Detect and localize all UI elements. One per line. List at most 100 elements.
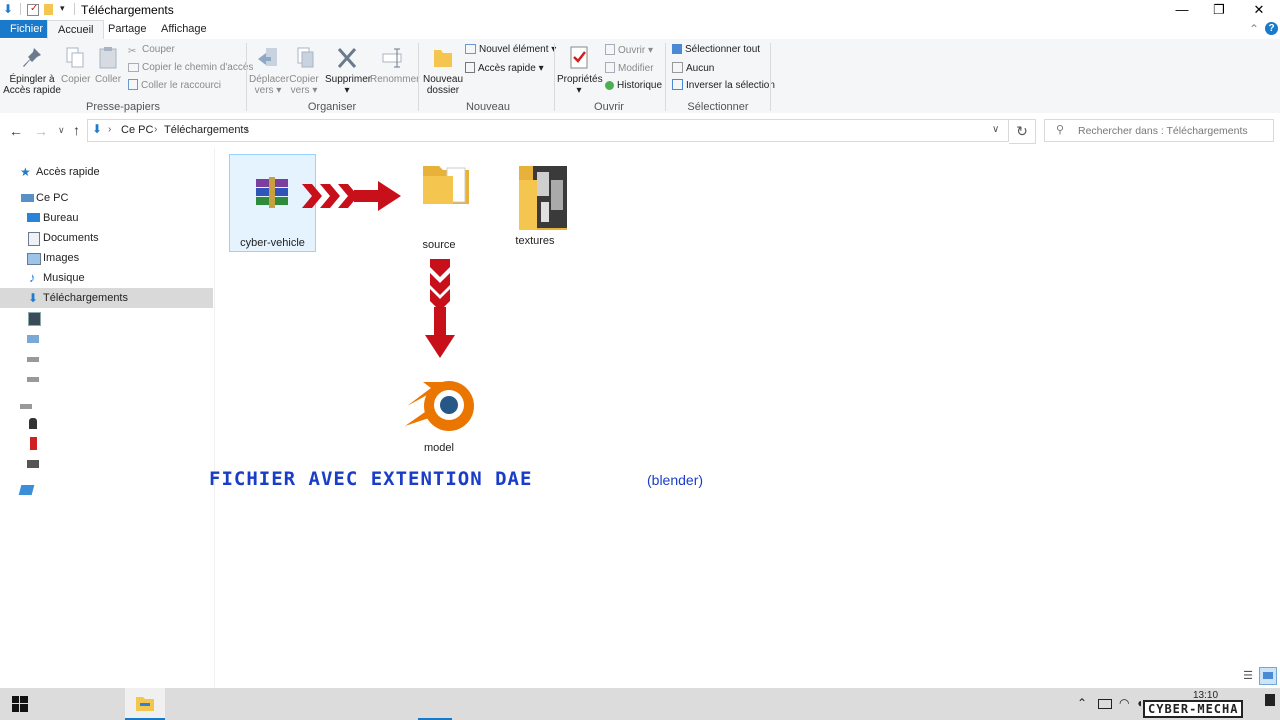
collapse-ribbon-icon[interactable]: ⌃	[1249, 22, 1259, 36]
large-icons-view-icon[interactable]	[1259, 667, 1277, 685]
rename-button[interactable]: Renommer	[370, 45, 419, 85]
removable-drive-icon[interactable]	[27, 460, 39, 468]
details-view-icon[interactable]: ☰	[1240, 668, 1256, 684]
open-button[interactable]: Ouvrir ▾	[605, 44, 653, 57]
invert-selection-button[interactable]: Inverser la sélection	[672, 79, 775, 92]
close-button[interactable]: ✕	[1239, 0, 1279, 20]
help-icon[interactable]: ?	[1265, 22, 1278, 35]
invert-selection-label: Inverser la sélection	[686, 80, 775, 91]
red-arrow-right-icon	[302, 181, 401, 211]
wifi-icon[interactable]: ◠	[1119, 696, 1129, 710]
tab-fichier[interactable]: Fichier	[0, 20, 54, 38]
breadcrumb-telechargements[interactable]: Téléchargements	[164, 124, 249, 136]
divider	[74, 3, 75, 15]
show-hidden-icons-chevron-icon[interactable]: ⌃	[1077, 696, 1087, 710]
pin-quick-access-button[interactable]: Épingler à Accès rapide	[3, 45, 61, 96]
chevron-right-icon[interactable]: ›	[154, 124, 157, 135]
search-input[interactable]: Rechercher dans : Téléchargements	[1078, 125, 1248, 137]
recent-locations-chevron-icon[interactable]: ∨	[58, 125, 65, 136]
copy-button[interactable]: Copier	[61, 45, 91, 85]
notifications-icon[interactable]	[1265, 694, 1275, 706]
download-icon: ⬇	[28, 291, 39, 305]
drive-icon[interactable]	[27, 377, 39, 382]
paste-button[interactable]: Coller	[94, 45, 122, 85]
move-to-button[interactable]: Déplacer vers ▾	[249, 45, 289, 96]
file-item-source[interactable]: source	[396, 160, 482, 251]
drive-icon[interactable]	[27, 357, 39, 362]
tab-accueil[interactable]: Accueil	[47, 20, 105, 40]
drive-icon[interactable]	[20, 404, 32, 409]
network-icon[interactable]	[18, 485, 35, 495]
tab-partage[interactable]: Partage	[98, 20, 157, 38]
select-all-icon	[672, 44, 682, 54]
chevron-right-icon[interactable]: ›	[108, 124, 111, 135]
red-arrow-down-icon	[425, 259, 455, 358]
rename-icon	[381, 45, 405, 71]
history-button[interactable]: Historique	[605, 80, 662, 92]
new-folder-button[interactable]: Nouveau dossier	[423, 45, 463, 96]
paste-shortcut-label: Coller le raccourci	[141, 80, 222, 91]
group-label-new: Nouveau	[465, 101, 511, 113]
sidebar-item-telechargements[interactable]: ⬇ Téléchargements	[0, 288, 213, 308]
copy-to-button[interactable]: Copier vers ▾	[287, 45, 321, 96]
copy-label: Copier	[61, 74, 91, 85]
sidebar-item-label: Musique	[43, 272, 85, 284]
window-title: Téléchargements	[81, 3, 174, 17]
history-icon	[605, 81, 614, 90]
file-name: cyber-vehicle	[240, 237, 305, 249]
customize-toolbar-chevron-icon[interactable]: ▾	[60, 3, 65, 14]
caption-main-text: FICHIER AVEC EXTENTION DAE	[209, 468, 533, 490]
copy-to-icon	[292, 45, 316, 71]
cut-button[interactable]: ✂ Couper	[128, 44, 175, 57]
easy-access-button[interactable]: Accès rapide ▾	[465, 62, 544, 75]
copy-path-button[interactable]: Copier le chemin d'accès	[128, 62, 253, 74]
file-name: textures	[515, 235, 555, 247]
address-dropdown-icon[interactable]: ∨	[992, 124, 999, 135]
minimize-button[interactable]: —	[1162, 0, 1202, 20]
edit-button[interactable]: Modifier	[605, 62, 654, 75]
edit-label: Modifier	[618, 63, 654, 74]
breadcrumb-ce-pc[interactable]: Ce PC	[121, 124, 153, 136]
back-arrow-icon[interactable]: ←	[9, 123, 23, 139]
refresh-icon[interactable]: ↻	[1009, 119, 1036, 144]
chevron-right-icon[interactable]: ›	[245, 124, 248, 135]
address-bar[interactable]: ⬇ › Ce PC › Téléchargements › ∨	[87, 119, 1009, 142]
properties-quick-icon[interactable]: ✓	[27, 3, 39, 16]
delete-button[interactable]: Supprimer ▾	[325, 45, 371, 96]
tab-affichage[interactable]: Affichage	[151, 20, 217, 38]
restore-button[interactable]: ❐	[1199, 0, 1239, 20]
new-item-button[interactable]: Nouvel élément ▾	[465, 44, 556, 56]
local-disk-icon[interactable]	[27, 335, 39, 343]
paste-label: Coller	[94, 74, 122, 85]
copy-path-label: Copier le chemin d'accès	[142, 62, 254, 73]
easy-access-icon	[465, 62, 475, 73]
file-explorer-taskbar-button[interactable]	[125, 688, 165, 720]
sidebar-item-bureau[interactable]: Bureau	[0, 208, 213, 228]
sidebar-item-acces-rapide[interactable]: ★ Accès rapide	[0, 162, 213, 182]
file-item-model[interactable]: model	[396, 368, 482, 454]
battery-icon[interactable]	[1098, 699, 1112, 709]
file-name: source	[422, 239, 456, 251]
caption-sub-text: (blender)	[647, 472, 704, 488]
usb-drive-red-icon[interactable]	[30, 437, 37, 450]
easy-access-label: Accès rapide	[478, 63, 536, 74]
windows-start-icon[interactable]	[12, 696, 28, 712]
sidebar-item-label: Ce PC	[36, 192, 69, 204]
sidebar-item-musique[interactable]: ♪ Musique	[0, 268, 213, 288]
videos-icon[interactable]	[28, 312, 41, 326]
file-name: model	[424, 442, 454, 454]
usb-drive-icon[interactable]	[29, 418, 37, 429]
select-all-button[interactable]: Sélectionner tout	[672, 44, 760, 56]
properties-button[interactable]: Propriétés ▾	[557, 45, 603, 96]
select-none-button[interactable]: Aucun	[672, 62, 714, 75]
up-arrow-icon[interactable]: ↑	[73, 122, 80, 138]
sidebar-item-documents[interactable]: Documents	[0, 228, 213, 248]
file-explorer-icon	[136, 697, 154, 711]
search-box[interactable]: ⚲ Rechercher dans : Téléchargements	[1044, 119, 1274, 142]
paste-shortcut-button[interactable]: Coller le raccourci	[128, 79, 221, 92]
sidebar-item-images[interactable]: Images	[0, 248, 213, 268]
new-folder-quick-icon[interactable]	[44, 4, 53, 15]
forward-arrow-icon[interactable]: →	[34, 123, 48, 139]
file-item-textures[interactable]: textures	[492, 160, 578, 247]
sidebar-item-ce-pc[interactable]: Ce PC	[0, 188, 213, 208]
